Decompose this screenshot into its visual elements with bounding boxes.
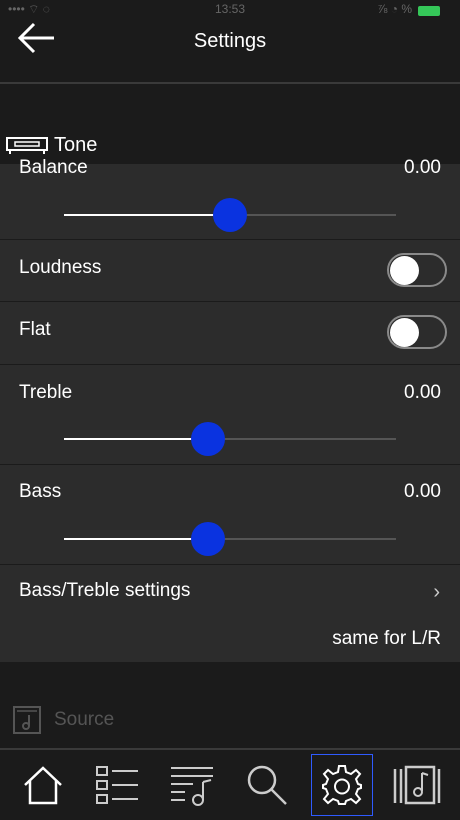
navigation-bar: Settings — [0, 20, 460, 84]
treble-slider-fill — [64, 438, 209, 440]
tone-settings-panel: Balance 0.00 Loudness Flat Treble 0.00 B… — [0, 157, 460, 662]
home-icon — [24, 766, 62, 805]
tab-bar — [0, 748, 460, 820]
loudness-label: Loudness — [19, 257, 102, 278]
status-bar: •••• ⌔ ◌ 13:53 ⅞ ◔ % — [0, 0, 460, 20]
bass-slider[interactable] — [64, 522, 396, 556]
bass-treble-settings-row[interactable]: Bass/Treble settings › same for L/R — [0, 565, 460, 662]
balance-slider-fill — [64, 214, 230, 216]
tab-search[interactable] — [236, 754, 298, 816]
search-icon — [247, 765, 287, 805]
toggle-knob — [390, 318, 419, 347]
flat-toggle[interactable] — [387, 315, 447, 349]
bass-treble-subtitle: same for L/R — [332, 628, 441, 649]
tab-list[interactable] — [86, 754, 148, 816]
bass-row: Bass 0.00 — [0, 465, 460, 565]
tab-home[interactable] — [12, 754, 74, 816]
loudness-row: Loudness — [0, 240, 460, 302]
battery-icon — [418, 6, 440, 16]
tab-playlist[interactable] — [161, 754, 223, 816]
loudness-toggle[interactable] — [387, 253, 447, 287]
toggle-knob — [390, 256, 419, 285]
bass-treble-label: Bass/Treble settings — [19, 580, 191, 601]
bass-slider-knob[interactable] — [191, 522, 226, 556]
settings-icon — [322, 765, 362, 805]
tab-library[interactable] — [386, 754, 448, 816]
playlist-icon — [171, 767, 213, 806]
list-icon — [96, 766, 138, 804]
source-label: Source — [54, 709, 115, 730]
page-title: Settings — [193, 30, 267, 52]
flat-label: Flat — [19, 319, 51, 340]
tab-settings[interactable] — [311, 754, 373, 816]
music-file-icon — [13, 706, 41, 734]
section-header-source: Source — [12, 705, 114, 735]
treble-slider[interactable] — [64, 422, 396, 456]
balance-label: Balance — [19, 157, 88, 178]
balance-slider[interactable] — [64, 198, 396, 232]
treble-row: Treble 0.00 — [0, 365, 460, 465]
bass-value: 0.00 — [404, 481, 441, 502]
treble-slider-knob[interactable] — [191, 422, 226, 456]
flat-row: Flat — [0, 302, 460, 365]
treble-label: Treble — [19, 382, 73, 403]
bass-slider-fill — [64, 538, 209, 540]
chevron-right-icon: › — [433, 581, 440, 603]
balance-slider-knob[interactable] — [213, 198, 247, 232]
bass-label: Bass — [19, 481, 62, 502]
balance-value: 0.00 — [404, 157, 441, 178]
balance-row: Balance 0.00 — [0, 150, 460, 240]
status-indicators: ⅞ ◔ % — [377, 2, 412, 16]
treble-value: 0.00 — [404, 382, 441, 403]
library-icon — [393, 765, 441, 805]
